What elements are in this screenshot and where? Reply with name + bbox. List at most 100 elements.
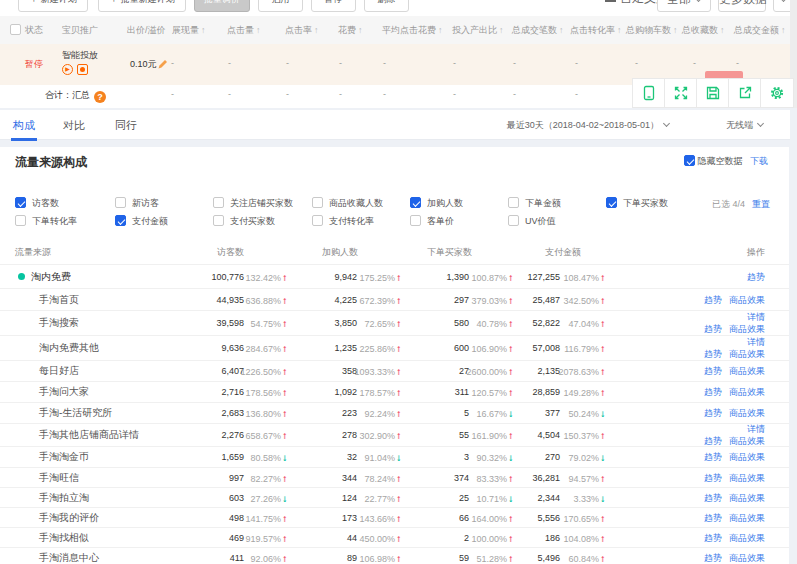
action-link[interactable]: 商品效果 [729,553,765,563]
action-link[interactable]: 商品效果 [729,436,765,446]
metric-value: 2,683 [221,408,244,418]
col-header-sortable[interactable]: 花费↑ [338,24,363,37]
action-link[interactable]: 趋势 [704,473,722,483]
metric-value: 5 [464,408,469,418]
campaign-name[interactable]: 智能投放 [62,49,98,62]
detail-link[interactable]: 详情 [747,424,765,434]
chevron-down-icon [779,0,786,2]
image-icon[interactable] [77,64,88,75]
metric-checkbox-关注店铺买家数[interactable]: 关注店铺买家数 [213,197,312,210]
row-actions: 趋势商品效果 [697,492,765,504]
metric-checkbox-访客数[interactable]: 访客数 [15,197,115,210]
action-link[interactable]: 商品效果 [729,366,765,376]
date-range-select[interactable]: 最近30天（2018-04-02~2018-05-01） [507,119,669,132]
action-link[interactable]: 商品效果 [729,493,765,503]
help-icon[interactable]: ? [94,91,106,103]
action-link[interactable]: 趋势 [704,493,722,503]
metric-checkbox-新访客[interactable]: 新访客 [115,197,213,210]
detail-link[interactable]: 详情 [747,337,765,347]
download-link[interactable]: 下载 [750,155,768,168]
more-data-button[interactable]: 更多数据 [718,0,766,12]
action-link[interactable]: 趋势 [704,408,722,418]
action-link[interactable]: 趋势 [747,272,765,282]
action-link[interactable]: 趋势 [704,295,722,305]
col-header-sortable[interactable]: 展现量↑ [172,24,206,37]
metric-value: 32 [347,452,357,462]
metric-change: 94.57%↑ [568,472,605,483]
table-row-手淘消息中心: 手淘消息中心41192.06%↑89106.98%↑5951.28%↑5,496… [0,548,789,564]
col-header-sortable[interactable]: 点击率↑ [285,24,319,37]
action-link[interactable]: 趋势 [704,452,722,462]
toolbar-button-4[interactable]: 暂停 [311,0,356,12]
action-link[interactable]: 商品效果 [729,473,765,483]
action-link[interactable]: 趋势 [704,324,722,334]
action-link[interactable]: 趋势 [704,366,722,376]
action-link[interactable]: 趋势 [704,533,722,543]
reset-link[interactable]: 重置 [752,198,770,211]
toolbar-button-1[interactable]: ＋ 批量新建计划 [98,0,186,12]
action-link[interactable]: 商品效果 [729,387,765,397]
action-link[interactable]: 商品效果 [729,324,765,334]
source-name: 淘内免费 [18,270,71,284]
metric-value: 4,504 [537,430,560,440]
metric-checkbox-下单金额[interactable]: 下单金额 [508,197,606,210]
tab-bar: 构成 对比 同行 最近30天（2018-04-02~2018-05-01） 无线… [0,110,790,140]
col-header-sortable[interactable]: 总购物车数↑ [626,24,678,37]
col-header-sortable[interactable]: 点击量↑ [227,24,261,37]
share-icon[interactable] [729,79,761,107]
action-link[interactable]: 商品效果 [729,533,765,543]
detail-link[interactable]: 详情 [747,312,765,322]
table-row-手淘-生活研究所: 手淘-生活研究所2,683136.80%↑22392.24%↑516.67%↓3… [0,403,789,424]
metric-checkbox-加购人数[interactable]: 加购人数 [410,197,508,210]
col-header-sortable[interactable]: 点击转化率↑ [570,24,622,37]
toolbar-button-5[interactable]: 删除 [364,0,409,12]
filter-select[interactable]: 全部 [657,0,711,12]
toolbar-button-3[interactable]: 启用 [258,0,303,12]
toolbar-button-0[interactable]: ＋ 新建计划 [18,0,88,12]
mobile-preview-icon[interactable] [633,79,665,107]
metric-value: 4,225 [334,295,357,305]
select-all-checkbox[interactable] [10,24,21,35]
channel-select[interactable]: 无线端 [726,119,763,132]
metric-checkbox-支付转化率[interactable]: 支付转化率 [312,215,410,228]
hide-empty-checkbox[interactable]: 隐藏空数据 [684,155,743,168]
empty-cell: - [736,58,739,68]
edit-bid-icon[interactable] [157,58,169,70]
play-icon[interactable]: ▶ [62,64,73,75]
action-link[interactable]: 趋势 [704,513,722,523]
action-link[interactable]: 趋势 [704,349,722,359]
action-link[interactable]: 趋势 [704,387,722,397]
settings-icon[interactable] [761,79,793,107]
action-link[interactable]: 商品效果 [729,408,765,418]
toolbar-button-2[interactable]: 批量调价 [194,0,250,12]
action-link[interactable]: 商品效果 [729,513,765,523]
col-header-sortable[interactable]: 总收藏数↑ [682,24,725,37]
col-header-sortable[interactable]: 平均点击花费↑ [382,24,443,37]
action-link[interactable]: 商品效果 [729,452,765,462]
action-link[interactable]: 趋势 [704,436,722,446]
col-header-sortable[interactable]: 投入产出比↑ [452,24,504,37]
metric-change: 143.66%↑ [359,512,401,523]
tab-compare[interactable]: 对比 [63,118,85,133]
metric-value: 469 [229,533,244,543]
metric-checkbox-下单转化率[interactable]: 下单转化率 [15,215,115,228]
col-header-sortable[interactable]: 总成交笔数↑ [512,24,564,37]
metric-checkbox-客单价[interactable]: 客单价 [410,215,508,228]
metric-checkbox-UV价值[interactable]: UV价值 [508,215,606,228]
metric-checkbox-商品收藏人数[interactable]: 商品收藏人数 [312,197,410,210]
action-link[interactable]: 趋势 [704,553,722,563]
metric-filter-row1: 访客数新访客关注店铺买家数商品收藏人数加购人数下单金额下单买家数 [15,197,756,210]
metric-checkbox-支付金额[interactable]: 支付金额 [115,215,213,228]
metric-value: 3,850 [334,318,357,328]
table-row-手淘淘金币: 手淘淘金币1,65980.58%↓3291.04%↓390.32%↓27079.… [0,447,789,468]
metric-value: 36,281 [532,473,560,483]
metric-change: 2600.00%↑ [466,366,513,377]
action-link[interactable]: 商品效果 [729,349,765,359]
action-link[interactable]: 商品效果 [729,295,765,305]
col-header-sortable[interactable]: 总成交金额↑ [734,24,786,37]
fullscreen-icon[interactable] [665,79,697,107]
tab-composition[interactable]: 构成 [13,118,35,133]
save-icon[interactable] [697,79,729,107]
metric-checkbox-支付买家数[interactable]: 支付买家数 [213,215,312,228]
tab-peers[interactable]: 同行 [115,118,137,133]
